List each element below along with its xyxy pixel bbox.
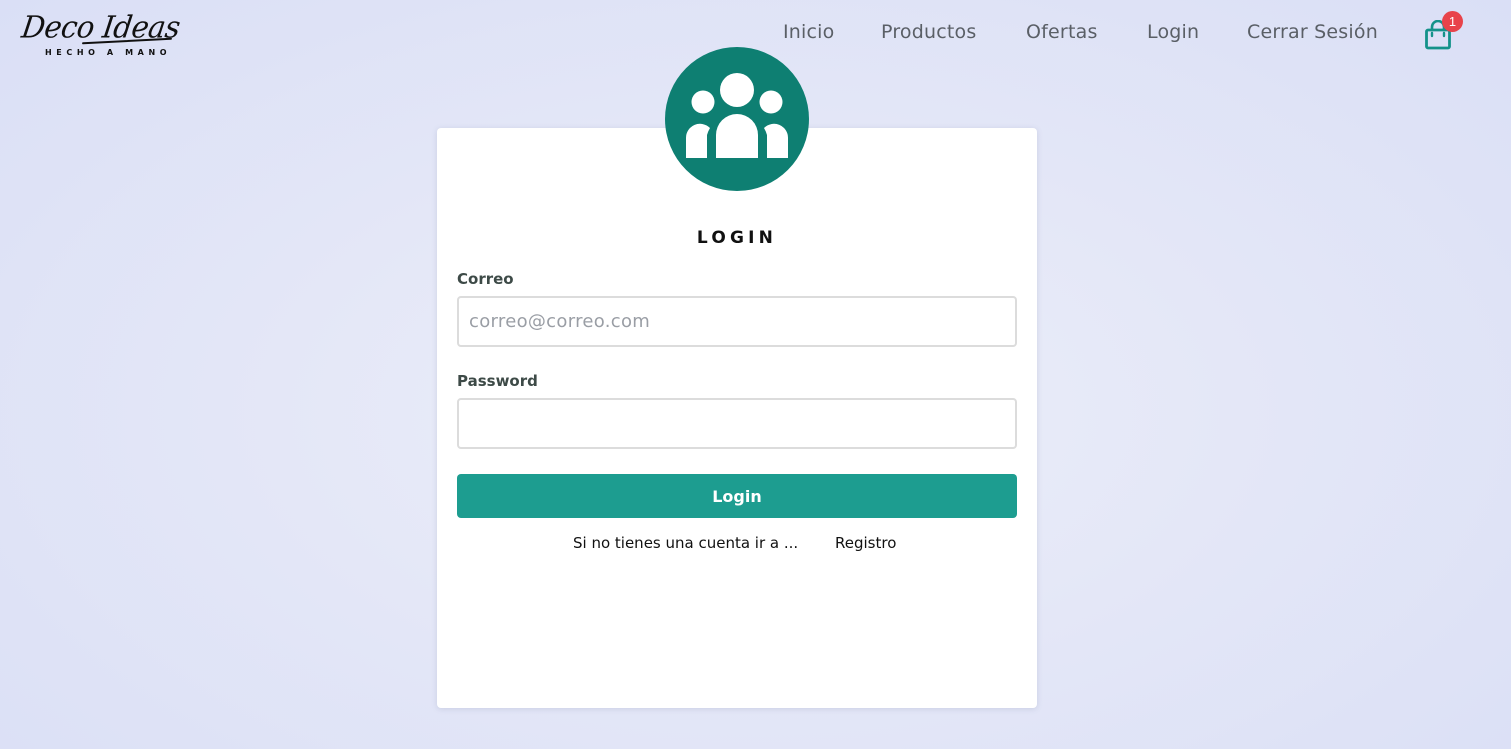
email-label: Correo bbox=[457, 270, 514, 288]
register-prompt: Si no tienes una cuenta ir a ... bbox=[573, 534, 799, 552]
nav-cerrar-sesion[interactable]: Cerrar Sesión bbox=[1247, 21, 1378, 43]
register-row: Si no tienes una cuenta ir a ... Registr… bbox=[437, 534, 1037, 554]
brand-logo[interactable]: Deco Ideas HECHO A MANO bbox=[19, 9, 182, 60]
login-title: LOGIN bbox=[696, 228, 778, 248]
nav-login[interactable]: Login bbox=[1147, 21, 1199, 43]
brand-tagline: HECHO A MANO bbox=[45, 48, 172, 57]
users-group-icon bbox=[685, 73, 789, 158]
login-button[interactable]: Login bbox=[457, 474, 1017, 518]
cart-count-badge: 1 bbox=[1442, 11, 1463, 32]
login-card: LOGIN Correo Password Login Si no tienes… bbox=[437, 128, 1037, 708]
nav-ofertas[interactable]: Ofertas bbox=[1026, 21, 1098, 43]
register-link[interactable]: Registro bbox=[835, 534, 896, 552]
password-input[interactable] bbox=[457, 398, 1017, 449]
nav-productos[interactable]: Productos bbox=[881, 21, 976, 43]
cart-button[interactable]: 1 bbox=[1420, 11, 1463, 54]
nav-inicio[interactable]: Inicio bbox=[783, 21, 834, 43]
email-input[interactable] bbox=[457, 296, 1017, 347]
users-avatar bbox=[665, 47, 809, 191]
password-label: Password bbox=[457, 372, 538, 390]
